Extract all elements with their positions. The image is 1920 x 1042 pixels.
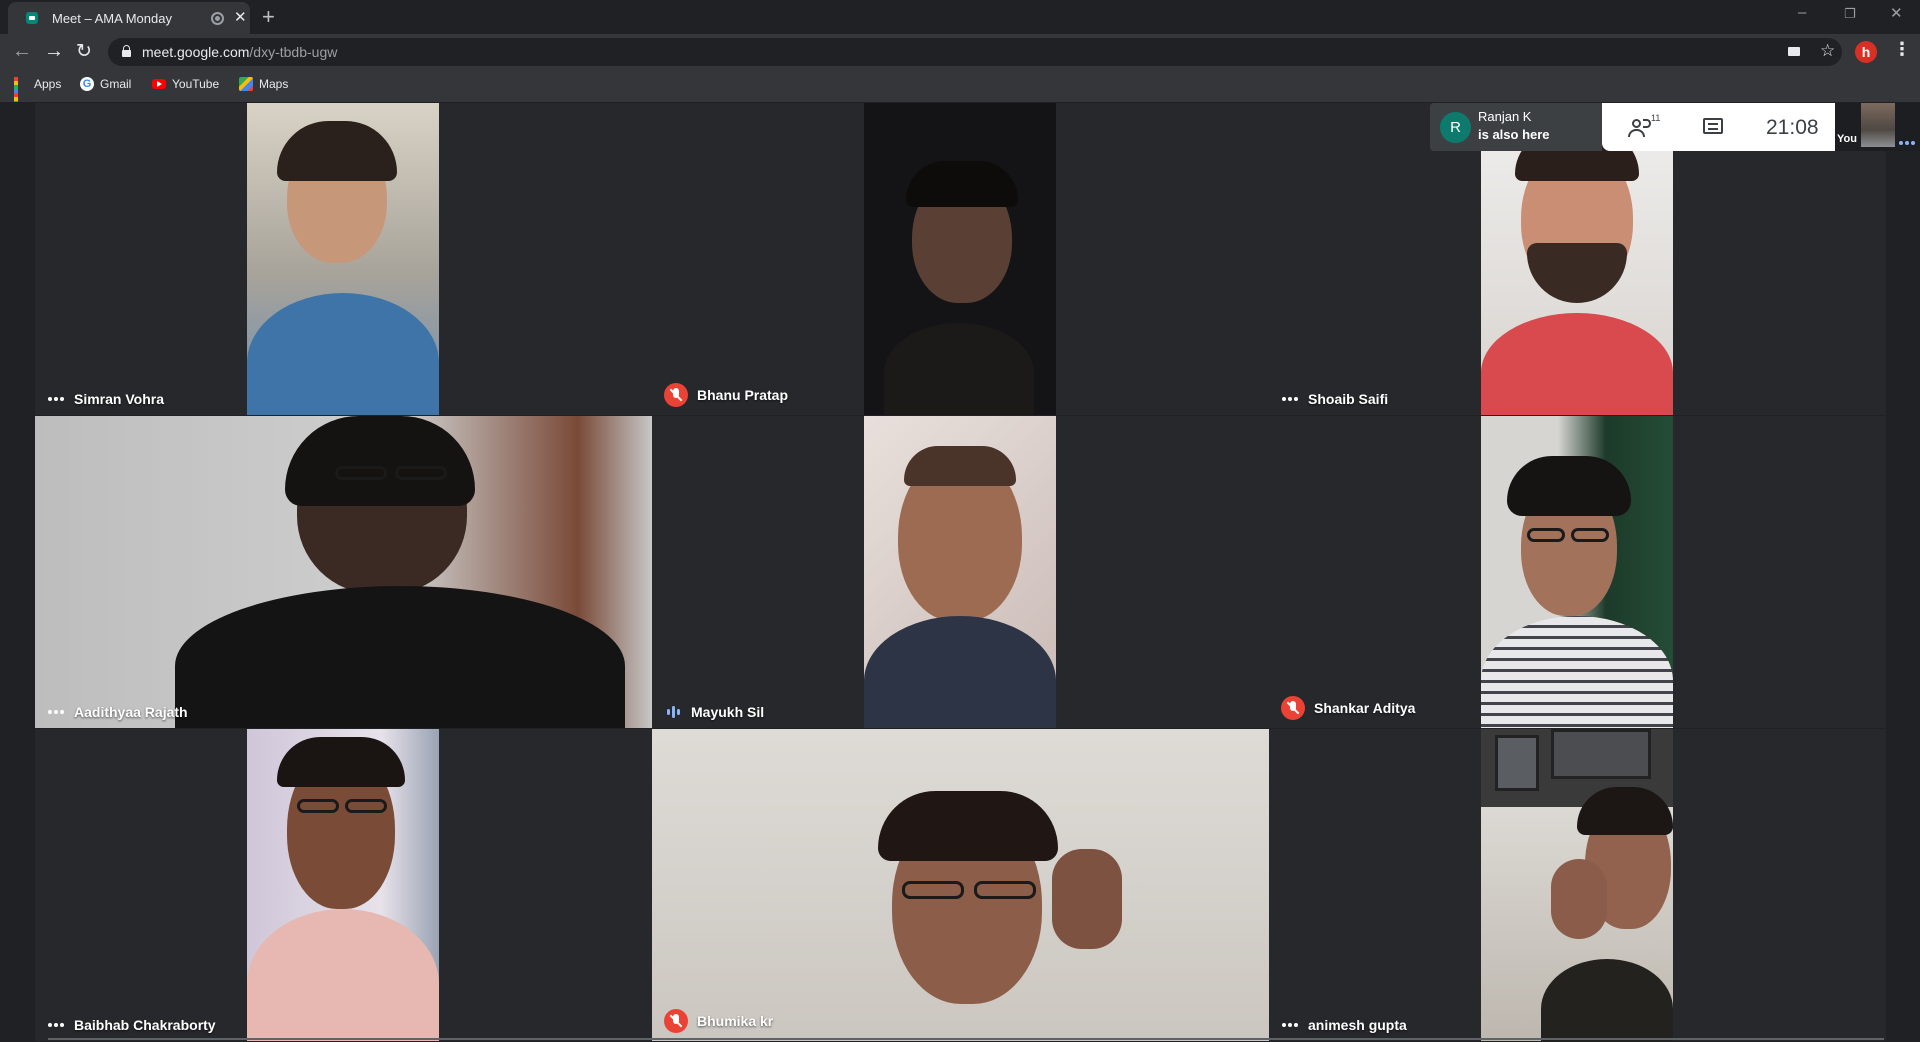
meet-favicon-icon <box>26 12 38 24</box>
participant-namebar: Bhanu Pratap <box>664 383 788 407</box>
maps-icon <box>239 77 253 91</box>
browser-chrome: Meet – AMA Monday ✕ + – ❐ ✕ ← → ↻ meet.g… <box>0 0 1920 113</box>
youtube-icon <box>152 79 166 89</box>
menu-kebab-icon[interactable]: ⋮ <box>1893 39 1911 60</box>
bookmark-youtube[interactable]: YouTube <box>152 77 219 91</box>
bookmark-label: YouTube <box>172 77 220 91</box>
bookmark-label: Maps <box>259 77 289 91</box>
forward-arrow-icon[interactable]: → <box>44 40 64 63</box>
meet-stage: Simran Vohra Bhanu Pratap Shoaib Saifi A… <box>0 102 1920 1042</box>
camera-icon[interactable] <box>1788 47 1800 56</box>
participant-video <box>1481 729 1673 1041</box>
people-icon <box>1632 119 1641 128</box>
participant-tile[interactable]: Bhumika kr <box>652 729 1269 1041</box>
more-options-icon[interactable] <box>1898 141 1916 145</box>
bookmark-star-icon[interactable]: ☆ <box>1820 41 1835 61</box>
self-video <box>1861 103 1895 147</box>
participant-name: Simran Vohra <box>74 391 164 407</box>
wall-poster <box>1495 735 1539 791</box>
more-options-icon[interactable] <box>47 710 65 714</box>
participant-tile[interactable]: Mayukh Sil <box>652 416 1269 728</box>
participant-tile[interactable]: Bhanu Pratap <box>652 103 1269 415</box>
url-text: meet.google.com/dxy-tbdb-ugw <box>142 44 338 60</box>
recording-indicator-icon <box>211 12 224 25</box>
participant-tile[interactable]: Baibhab Chakraborty <box>35 729 652 1041</box>
participant-video <box>1481 416 1673 728</box>
participant-tile[interactable]: Shankar Aditya <box>1269 416 1886 728</box>
participant-name: Mayukh Sil <box>691 704 765 720</box>
bookmark-apps[interactable]: Apps <box>14 77 62 113</box>
participant-name: Shankar Aditya <box>1314 700 1416 716</box>
tab-meet[interactable]: Meet – AMA Monday ✕ <box>8 2 250 34</box>
notification-name: Ranjan K <box>1478 109 1532 124</box>
participant-namebar: Simran Vohra <box>47 391 164 407</box>
chat-button[interactable] <box>1702 103 1724 151</box>
participant-namebar: Mayukh Sil <box>664 704 764 720</box>
self-view[interactable]: You <box>1835 103 1920 151</box>
close-tab-icon[interactable]: ✕ <box>234 8 247 26</box>
participant-tile[interactable]: Simran Vohra <box>35 103 652 415</box>
more-options-icon[interactable] <box>47 1023 65 1027</box>
participant-name: Aadithyaa Rajath <box>74 704 188 720</box>
participant-name: Shoaib Saifi <box>1308 391 1389 407</box>
mic-muted-icon <box>664 383 688 407</box>
participant-video <box>247 103 439 415</box>
tab-strip: Meet – AMA Monday ✕ + – ❐ ✕ <box>0 0 1920 34</box>
join-notification: R Ranjan K is also here <box>1430 103 1602 151</box>
participant-name: Baibhab Chakraborty <box>74 1017 216 1033</box>
participant-name: animesh gupta <box>1308 1017 1407 1033</box>
divider <box>48 1038 1884 1040</box>
avatar: R <box>1440 112 1471 143</box>
address-bar[interactable]: meet.google.com/dxy-tbdb-ugw ☆ <box>108 38 1842 66</box>
participant-video <box>35 416 652 728</box>
participant-namebar: Aadithyaa Rajath <box>47 704 188 720</box>
profile-avatar[interactable]: h <box>1855 41 1877 63</box>
more-options-icon[interactable] <box>1281 1023 1299 1027</box>
tab-title: Meet – AMA Monday <box>52 11 172 26</box>
browser-toolbar: ← → ↻ meet.google.com/dxy-tbdb-ugw ☆ h ⋮ <box>0 34 1920 70</box>
participant-namebar: Shankar Aditya <box>1281 696 1415 720</box>
new-tab-button[interactable]: + <box>262 4 275 30</box>
self-label: You <box>1837 133 1857 145</box>
participant-count: 11 <box>1651 113 1661 123</box>
participant-tile[interactable]: animesh gupta <box>1269 729 1886 1041</box>
back-arrow-icon[interactable]: ← <box>12 40 32 63</box>
lock-icon <box>122 45 131 57</box>
chat-icon <box>1703 118 1723 134</box>
bookmarks-bar: Apps G Gmail YouTube Maps <box>0 70 1920 113</box>
google-icon: G <box>80 77 94 91</box>
participant-video <box>864 416 1056 728</box>
participant-tile[interactable]: Aadithyaa Rajath <box>35 416 652 728</box>
bookmark-label: Apps <box>34 77 62 91</box>
participant-video <box>247 729 439 1041</box>
restore-icon[interactable]: ❐ <box>1844 6 1856 22</box>
reload-icon[interactable]: ↻ <box>76 40 92 63</box>
meeting-controls: 11 21:08 <box>1602 103 1835 151</box>
participant-video <box>652 729 1269 1041</box>
more-options-icon[interactable] <box>1281 397 1299 401</box>
notification-message: is also here <box>1478 127 1550 142</box>
people-button[interactable]: 11 <box>1626 103 1666 151</box>
participant-namebar: animesh gupta <box>1281 1017 1407 1033</box>
apps-grid-icon <box>14 77 28 113</box>
participant-name: Bhumika kr <box>697 1013 774 1029</box>
wall-poster <box>1551 729 1651 779</box>
meeting-clock: 21:08 <box>1766 116 1819 139</box>
minimize-icon[interactable]: – <box>1798 4 1806 21</box>
mic-muted-icon <box>1281 696 1305 720</box>
speaking-indicator-icon <box>664 705 682 719</box>
participant-namebar: Bhumika kr <box>664 1009 773 1033</box>
more-options-icon[interactable] <box>47 397 65 401</box>
participant-video <box>864 103 1056 415</box>
participant-namebar: Baibhab Chakraborty <box>47 1017 216 1033</box>
bookmark-gmail[interactable]: G Gmail <box>80 77 131 91</box>
mic-muted-icon <box>664 1009 688 1033</box>
bookmark-label: Gmail <box>100 77 132 91</box>
bookmark-maps[interactable]: Maps <box>239 77 288 91</box>
close-window-icon[interactable]: ✕ <box>1890 4 1903 22</box>
participant-namebar: Shoaib Saifi <box>1281 391 1388 407</box>
participant-name: Bhanu Pratap <box>697 387 789 403</box>
